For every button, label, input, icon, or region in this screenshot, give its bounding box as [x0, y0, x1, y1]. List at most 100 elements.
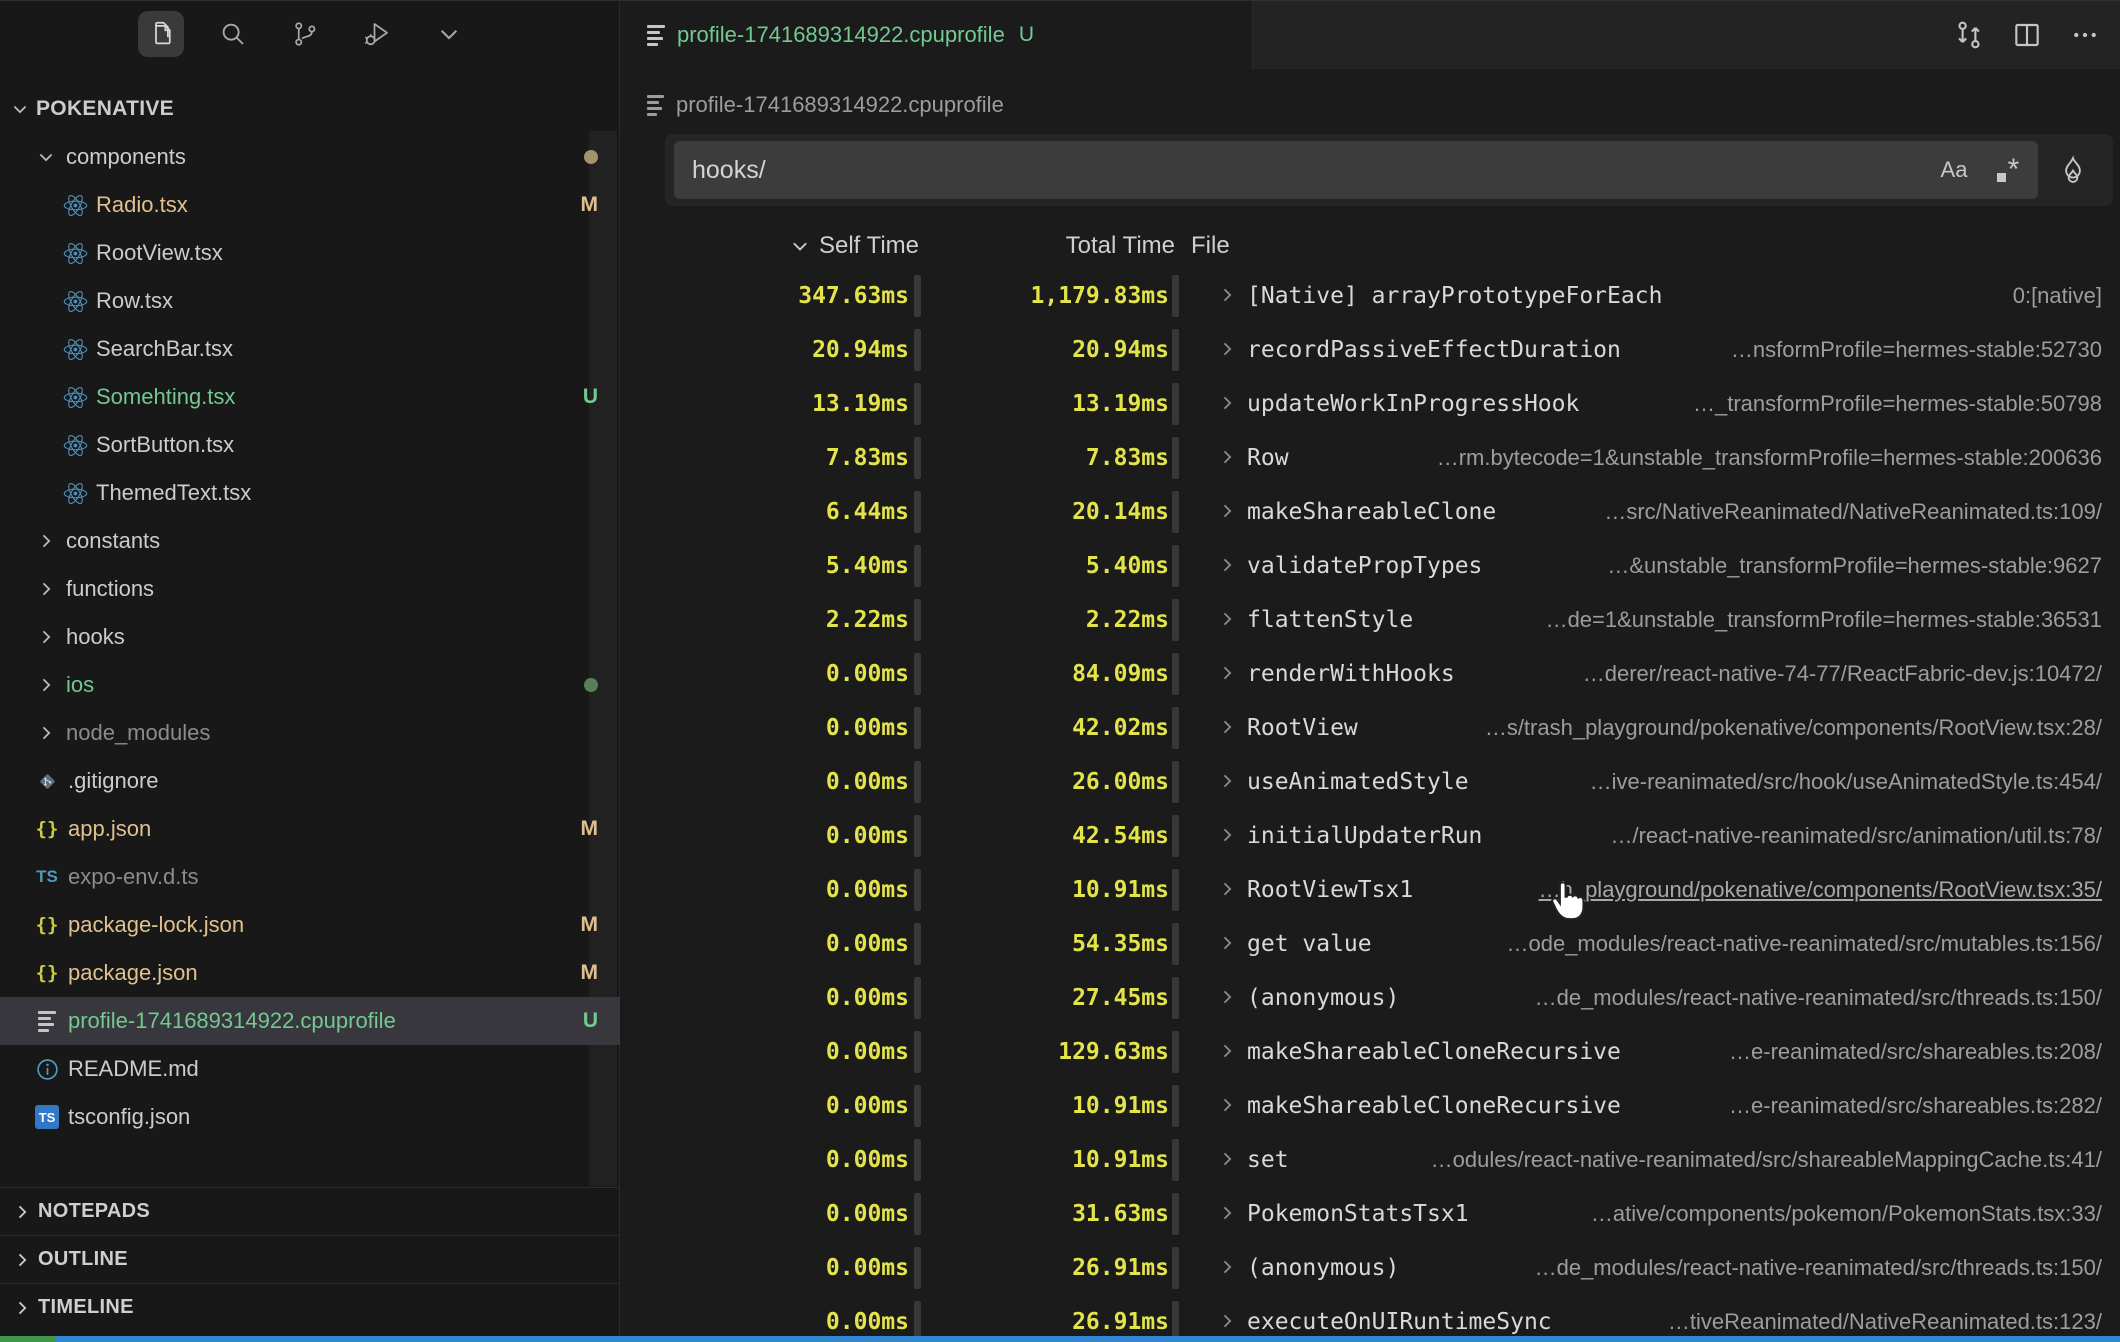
profile-row--anonymous-[interactable]: 0.00ms26.91ms(anonymous)…de_modules/reac… [621, 1241, 2120, 1295]
flame-graph-button[interactable] [2051, 148, 2095, 192]
file-location-link[interactable]: …nsformProfile=hermes-stable:52730 [1731, 323, 2102, 377]
file-location-link[interactable]: …ative/components/pokemon/PokemonStats.t… [1591, 1187, 2102, 1241]
explorer-root-row[interactable]: POKENATIVE [0, 85, 620, 133]
profile-row-renderwithhooks[interactable]: 0.00ms84.09msrenderWithHooks…derer/react… [621, 647, 2120, 701]
tree-folder-components[interactable]: components [0, 133, 620, 181]
chevron-right-icon[interactable] [1217, 879, 1237, 899]
chevron-right-icon[interactable] [1217, 447, 1237, 467]
chevron-right-icon[interactable] [1217, 1095, 1237, 1115]
file-location-link[interactable]: …/react-native-reanimated/src/animation/… [1610, 809, 2102, 863]
more-actions-icon[interactable] [2066, 16, 2104, 54]
explorer-icon[interactable] [138, 11, 184, 57]
tree-file-searchbar-tsx[interactable]: SearchBar.tsx [0, 325, 620, 373]
remote-indicator[interactable] [0, 1336, 56, 1342]
tab-cpuprofile[interactable]: profile-1741689314922.cpuprofile U [621, 1, 1253, 69]
tree-file--gitignore[interactable]: .gitignore [0, 757, 620, 805]
file-location-link[interactable]: …de_modules/react-native-reanimated/src/… [1535, 971, 2102, 1025]
match-case-button[interactable]: Aa [1934, 150, 1974, 190]
chevron-right-icon[interactable] [1217, 285, 1237, 305]
chevron-right-icon[interactable] [1217, 1149, 1237, 1169]
file-location-link[interactable]: …derer/react-native-74-77/ReactFabric-de… [1583, 647, 2102, 701]
tree-folder-constants[interactable]: constants [0, 517, 620, 565]
search-icon[interactable] [210, 11, 256, 57]
profile-row-pokemonstatstsx1[interactable]: 0.00ms31.63msPokemonStatsTsx1…ative/comp… [621, 1187, 2120, 1241]
profile-row--anonymous-[interactable]: 0.00ms27.45ms(anonymous)…de_modules/reac… [621, 971, 2120, 1025]
section-outline[interactable]: OUTLINE [0, 1235, 620, 1283]
chevron-right-icon[interactable] [1217, 1041, 1237, 1061]
profile-row-recordpassiveeffectduration[interactable]: 20.94ms20.94msrecordPassiveEffectDuratio… [621, 323, 2120, 377]
profile-row-updateworkinprogresshook[interactable]: 13.19ms13.19msupdateWorkInProgressHook…_… [621, 377, 2120, 431]
tree-file-tsconfig-json[interactable]: TStsconfig.json [0, 1093, 620, 1141]
chevron-right-icon[interactable] [1217, 1257, 1237, 1277]
profile-row-rootviewtsx1[interactable]: 0.00ms10.91msRootViewTsx1…h_playground/p… [621, 863, 2120, 917]
split-editor-icon[interactable] [2008, 16, 2046, 54]
tree-folder-functions[interactable]: functions [0, 565, 620, 613]
chevron-right-icon[interactable] [1217, 609, 1237, 629]
regex-button[interactable]: * [1988, 150, 2028, 190]
chevron-right-icon[interactable] [1217, 825, 1237, 845]
profile-row-makeshareableclonerecursive[interactable]: 0.00ms129.63msmakeShareableCloneRecursiv… [621, 1025, 2120, 1079]
tree-file-profile-1741689314922-cpuprofile[interactable]: profile-1741689314922.cpuprofileU [0, 997, 620, 1045]
chevron-right-icon[interactable] [1217, 339, 1237, 359]
column-header-file[interactable]: File [1191, 221, 1230, 271]
chevron-right-icon[interactable] [1217, 933, 1237, 953]
chevron-right-icon[interactable] [1217, 771, 1237, 791]
profile-row-set[interactable]: 0.00ms10.91msset…odules/react-native-rea… [621, 1133, 2120, 1187]
file-location-link[interactable]: …ive-reanimated/src/hook/useAnimatedStyl… [1590, 755, 2102, 809]
file-location-link[interactable]: …_transformProfile=hermes-stable:50798 [1693, 377, 2102, 431]
tree-file-row-tsx[interactable]: Row.tsx [0, 277, 620, 325]
tree-file-app-json[interactable]: {}app.jsonM [0, 805, 620, 853]
tree-file-radio-tsx[interactable]: Radio.tsxM [0, 181, 620, 229]
tree-file-expo-env-d-ts[interactable]: TSexpo-env.d.ts [0, 853, 620, 901]
source-control-icon[interactable] [282, 11, 328, 57]
file-location-link[interactable]: …ode_modules/react-native-reanimated/src… [1506, 917, 2102, 971]
chevron-right-icon[interactable] [1217, 717, 1237, 737]
section-timeline[interactable]: TIMELINE [0, 1283, 620, 1331]
tree-folder-node-modules[interactable]: node_modules [0, 709, 620, 757]
column-header-self-time[interactable]: Self Time [621, 221, 919, 271]
chevron-right-icon[interactable] [1217, 555, 1237, 575]
profile-row--native-arrayprototypeforeach[interactable]: 347.63ms1,179.83ms[Native] arrayPrototyp… [621, 269, 2120, 323]
column-header-total-time[interactable]: Total Time [927, 221, 1175, 271]
chevron-right-icon[interactable] [1217, 501, 1237, 521]
file-location-link[interactable]: …odules/react-native-reanimated/src/shar… [1431, 1133, 2102, 1187]
file-location-link[interactable]: …s/trash_playground/pokenative/component… [1485, 701, 2102, 755]
profile-row-makeshareableclonerecursive[interactable]: 0.00ms10.91msmakeShareableCloneRecursive… [621, 1079, 2120, 1133]
profile-row-initialupdaterrun[interactable]: 0.00ms42.54msinitialUpdaterRun…/react-na… [621, 809, 2120, 863]
run-and-debug-icon[interactable] [354, 11, 400, 57]
chevron-right-icon[interactable] [1217, 987, 1237, 1007]
tree-file-package-lock-json[interactable]: {}package-lock.jsonM [0, 901, 620, 949]
profile-row-get-value[interactable]: 0.00ms54.35msget value…ode_modules/react… [621, 917, 2120, 971]
tree-file-themedtext-tsx[interactable]: ThemedText.tsx [0, 469, 620, 517]
file-location-link[interactable]: …tiveReanimated/NativeReanimated.ts:123/ [1668, 1295, 2102, 1337]
file-location-link[interactable]: …src/NativeReanimated/NativeReanimated.t… [1604, 485, 2102, 539]
tree-folder-ios[interactable]: ios [0, 661, 620, 709]
file-location-link[interactable]: 0:[native] [2013, 269, 2102, 323]
breadcrumb[interactable]: profile-1741689314922.cpuprofile [647, 81, 1004, 129]
tree-file-sortbutton-tsx[interactable]: SortButton.tsx [0, 421, 620, 469]
file-location-link[interactable]: …e-reanimated/src/shareables.ts:208/ [1729, 1025, 2102, 1079]
profile-row-makeshareableclone[interactable]: 6.44ms20.14msmakeShareableClone…src/Nati… [621, 485, 2120, 539]
file-location-link[interactable]: …de_modules/react-native-reanimated/src/… [1535, 1241, 2102, 1295]
file-location-link[interactable]: …h_playground/pokenative/components/Root… [1539, 863, 2102, 917]
profile-row-rootview[interactable]: 0.00ms42.02msRootView…s/trash_playground… [621, 701, 2120, 755]
tree-file-readme-md[interactable]: README.md [0, 1045, 620, 1093]
file-location-link[interactable]: …&unstable_transformProfile=hermes-stabl… [1607, 539, 2102, 593]
file-location-link[interactable]: …de=1&unstable_transformProfile=hermes-s… [1546, 593, 2102, 647]
chevron-right-icon[interactable] [1217, 393, 1237, 413]
file-location-link[interactable]: …rm.bytecode=1&unstable_transformProfile… [1437, 431, 2102, 485]
file-location-link[interactable]: …e-reanimated/src/shareables.ts:282/ [1729, 1079, 2102, 1133]
filter-input[interactable]: hooks/ Aa * [674, 141, 2038, 199]
open-changes-icon[interactable] [1950, 16, 1988, 54]
profile-row-executeonuiruntimesync[interactable]: 0.00ms26.91msexecuteOnUIRuntimeSync…tive… [621, 1295, 2120, 1337]
tree-file-somehting-tsx[interactable]: Somehting.tsxU [0, 373, 620, 421]
profile-row-flattenstyle[interactable]: 2.22ms2.22msflattenStyle…de=1&unstable_t… [621, 593, 2120, 647]
tree-file-rootview-tsx[interactable]: RootView.tsx [0, 229, 620, 277]
more-views-chevron-icon[interactable] [426, 11, 472, 57]
tree-file-package-json[interactable]: {}package.jsonM [0, 949, 620, 997]
profile-row-validateproptypes[interactable]: 5.40ms5.40msvalidatePropTypes…&unstable_… [621, 539, 2120, 593]
profile-row-row[interactable]: 7.83ms7.83msRow…rm.bytecode=1&unstable_t… [621, 431, 2120, 485]
chevron-right-icon[interactable] [1217, 1311, 1237, 1331]
section-notepads[interactable]: NOTEPADS [0, 1187, 620, 1235]
tree-folder-hooks[interactable]: hooks [0, 613, 620, 661]
